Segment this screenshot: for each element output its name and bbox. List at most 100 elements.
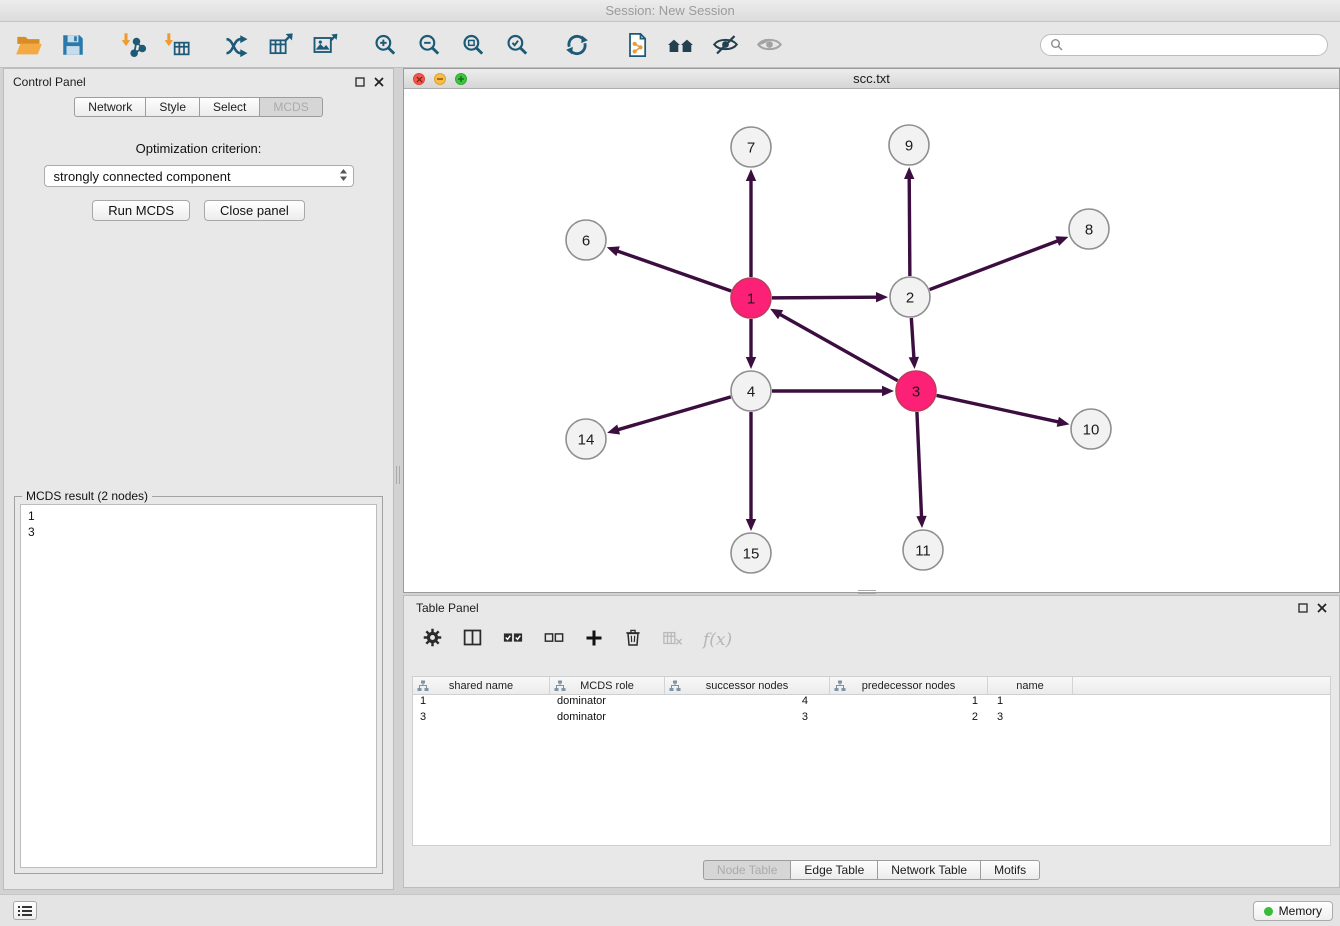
dropdown-updown-icon: [339, 168, 348, 185]
graph-edge-2-9[interactable]: [909, 177, 910, 276]
graph-edge-3-10[interactable]: [937, 395, 1060, 422]
close-window-icon[interactable]: [413, 73, 425, 85]
graph-edge-3-11[interactable]: [917, 412, 922, 518]
column-header-predecessor-nodes[interactable]: predecessor nodes: [830, 677, 988, 694]
table-cell[interactable]: 3: [413, 711, 550, 727]
tab-mcds[interactable]: MCDS: [260, 97, 322, 117]
zoom-selected-icon: [504, 32, 530, 58]
horizontal-splitter-handle[interactable]: [858, 590, 876, 594]
function-builder-button[interactable]: f(x): [703, 630, 732, 650]
zoom-fit-button[interactable]: [456, 28, 490, 62]
network-home-button[interactable]: [664, 28, 698, 62]
delete-button[interactable]: [623, 627, 643, 653]
minimize-window-icon[interactable]: [434, 73, 446, 85]
table-cell[interactable]: 4: [665, 695, 830, 711]
zoom-selected-button[interactable]: [500, 28, 534, 62]
search-box[interactable]: [1040, 34, 1328, 56]
graph-edge-3-1[interactable]: [779, 314, 898, 381]
delete-columns-icon: [662, 628, 684, 648]
zoom-in-icon: [372, 32, 398, 58]
graph-node-label: 8: [1085, 222, 1093, 239]
graph-node-label: 4: [747, 384, 755, 401]
save-session-button[interactable]: [56, 28, 90, 62]
run-mcds-button[interactable]: Run MCDS: [92, 200, 190, 221]
tab-network[interactable]: Network: [74, 97, 146, 117]
column-header-name[interactable]: name: [988, 677, 1073, 694]
memory-button[interactable]: Memory: [1253, 901, 1333, 921]
tab-network-table[interactable]: Network Table: [878, 860, 981, 880]
import-network-document-button[interactable]: [620, 28, 654, 62]
plus-icon: [584, 628, 604, 648]
graph-edge-1-6[interactable]: [616, 251, 731, 291]
split-columns-icon: [462, 627, 483, 648]
table-cell[interactable]: dominator: [550, 695, 665, 711]
zoom-out-button[interactable]: [412, 28, 446, 62]
graph-edge-arrowhead: [882, 386, 894, 396]
zoom-in-button[interactable]: [368, 28, 402, 62]
graph-edge-2-3[interactable]: [911, 318, 914, 359]
float-panel-icon[interactable]: [355, 77, 365, 87]
network-canvas[interactable]: 7968124314101511: [404, 89, 1339, 592]
import-table-from-file-button[interactable]: [160, 28, 194, 62]
show-panels-button[interactable]: [13, 901, 37, 920]
eye-slash-button[interactable]: [708, 28, 742, 62]
table-cell[interactable]: 1: [830, 695, 988, 711]
criterion-dropdown[interactable]: strongly connected component: [44, 165, 354, 187]
trash-icon: [623, 627, 643, 648]
network-window-titlebar[interactable]: scc.txt: [404, 69, 1339, 89]
table-row[interactable]: 3dominator323: [413, 711, 1330, 727]
tab-style[interactable]: Style: [146, 97, 200, 117]
mcds-result-item[interactable]: 3: [28, 524, 369, 540]
node-table: shared name MCDS role successor nodes pr…: [412, 676, 1331, 846]
maximize-window-icon[interactable]: [455, 73, 467, 85]
table-settings-button[interactable]: [422, 627, 443, 653]
close-panel-button[interactable]: Close panel: [204, 200, 305, 221]
delete-columns-button[interactable]: [662, 628, 684, 653]
refresh-button[interactable]: [560, 28, 594, 62]
open-session-button[interactable]: [12, 28, 46, 62]
float-table-panel-icon[interactable]: [1298, 603, 1308, 613]
table-cell[interactable]: 2: [830, 711, 988, 727]
eye-button[interactable]: [752, 28, 786, 62]
split-columns-button[interactable]: [462, 627, 483, 653]
column-header-shared-name[interactable]: shared name: [413, 677, 550, 694]
select-all-button[interactable]: [502, 628, 524, 653]
close-panel-icon[interactable]: [374, 77, 384, 87]
table-tabbar: Node Table Edge Table Network Table Moti…: [404, 860, 1339, 880]
vertical-splitter-handle[interactable]: [396, 466, 400, 484]
clear-selection-button[interactable]: [543, 628, 565, 653]
shuffle-arrows-icon: [223, 31, 251, 59]
tab-motifs[interactable]: Motifs: [981, 860, 1040, 880]
tab-node-table[interactable]: Node Table: [703, 860, 792, 880]
mcds-result-item[interactable]: 1: [28, 508, 369, 524]
export-table-icon: [267, 31, 295, 59]
column-header-mcds-role[interactable]: MCDS role: [550, 677, 665, 694]
graph-edge-2-8[interactable]: [930, 240, 1059, 289]
graph-edge-1-2[interactable]: [772, 297, 878, 298]
mcds-result-list[interactable]: 13: [20, 504, 377, 868]
status-bar: Memory: [0, 894, 1340, 926]
graph-edge-4-14[interactable]: [617, 397, 731, 430]
table-cell[interactable]: 3: [988, 711, 1073, 727]
export-image-button[interactable]: [308, 28, 342, 62]
search-icon: [1050, 38, 1063, 51]
close-table-panel-icon[interactable]: [1317, 603, 1327, 613]
add-button[interactable]: [584, 628, 604, 653]
refresh-icon: [563, 31, 591, 59]
control-panel-title: Control Panel: [13, 75, 86, 89]
import-table-icon: [163, 31, 191, 59]
tab-edge-table[interactable]: Edge Table: [791, 860, 878, 880]
export-table-button[interactable]: [264, 28, 298, 62]
tab-select[interactable]: Select: [200, 97, 260, 117]
import-network-from-file-button[interactable]: [116, 28, 150, 62]
table-cell[interactable]: 3: [665, 711, 830, 727]
search-input[interactable]: [1068, 38, 1318, 52]
table-cell[interactable]: 1: [413, 695, 550, 711]
shuffle-arrows-button[interactable]: [220, 28, 254, 62]
table-cell[interactable]: dominator: [550, 711, 665, 727]
control-panel-header: Control Panel: [4, 69, 393, 94]
table-cell[interactable]: 1: [988, 695, 1073, 711]
column-header-successor-nodes[interactable]: successor nodes: [665, 677, 830, 694]
graph-edge-arrowhead: [746, 519, 756, 531]
table-row[interactable]: 1dominator411: [413, 695, 1330, 711]
